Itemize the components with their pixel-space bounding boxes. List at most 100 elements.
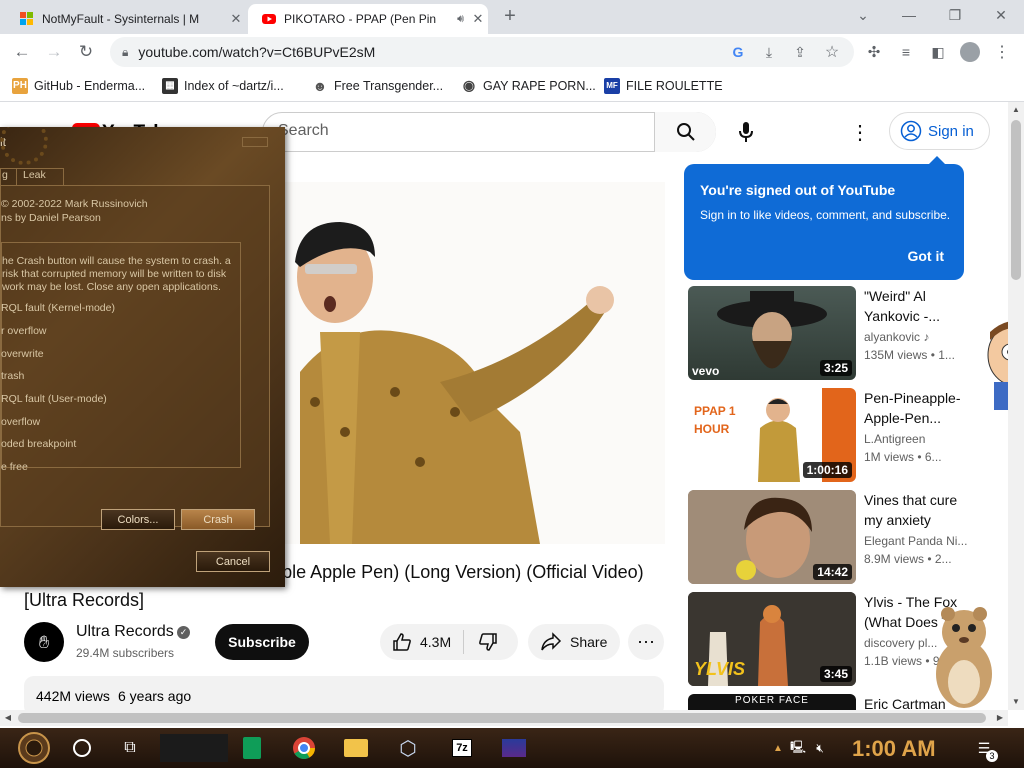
subscribe-button[interactable]: Subscribe	[215, 624, 309, 660]
search-box[interactable]	[262, 112, 716, 152]
tab-search-icon[interactable]: ⌄	[840, 0, 886, 30]
option-hardcoded-breakpoint[interactable]: oded breakpoint	[1, 438, 76, 450]
7zip-icon[interactable]: 7z	[446, 732, 478, 764]
profile-avatar[interactable]	[956, 34, 984, 70]
horizontal-scrollbar[interactable]: ◀ ▶	[0, 710, 1008, 726]
bookmark-file-roulette[interactable]: MF FILE ROULETTE	[604, 70, 723, 101]
scroll-right-icon[interactable]: ▶	[992, 710, 1008, 726]
ylvis-badge: YLVIS	[694, 659, 746, 679]
channel-avatar[interactable]: ✋︎	[24, 622, 64, 662]
scroll-up-icon[interactable]: ▲	[1008, 102, 1024, 118]
like-button[interactable]: 4.3M	[380, 632, 463, 652]
channel-name[interactable]: Elegant Panda Ni...	[864, 534, 967, 548]
start-button[interactable]	[14, 732, 54, 764]
search-circle-icon[interactable]	[66, 732, 98, 764]
cancel-button[interactable]: Cancel	[196, 551, 270, 572]
video-title[interactable]: Pen-Pineapple-Apple-Pen...	[864, 388, 974, 428]
minimize-button[interactable]: —	[886, 0, 932, 30]
share-button[interactable]: Share	[528, 624, 620, 660]
media-control-icon[interactable]: ≡	[892, 34, 920, 70]
chrome-app-icon[interactable]	[288, 732, 320, 764]
reload-button[interactable]: ↻	[72, 34, 100, 70]
video-thumbnail[interactable]: PPAP 1 HOUR 1:00:16	[688, 388, 856, 482]
bookmark-github[interactable]: PH GitHub - Enderma...	[12, 70, 145, 101]
got-it-button[interactable]: Got it	[907, 248, 944, 264]
share-icon[interactable]: ⇪	[786, 34, 814, 70]
option-irql-user[interactable]: RQL fault (User-mode)	[1, 393, 107, 405]
notifications-icon[interactable]: ☰ 3	[970, 732, 998, 764]
bookmark-index[interactable]: ▦ Index of ~dartz/i...	[162, 70, 284, 101]
tab-leak[interactable]: Leak	[16, 168, 64, 185]
menu-kebab-icon[interactable]: ⋮	[988, 34, 1016, 70]
bookmark-favicon-icon: PH	[12, 77, 28, 94]
scrollbar-thumb[interactable]	[1011, 120, 1021, 280]
back-button[interactable]: ←	[8, 34, 36, 70]
vertical-scrollbar[interactable]: ▲ ▼	[1008, 102, 1024, 710]
bookmark-label: GitHub - Enderma...	[34, 78, 146, 93]
new-tab-button[interactable]: +	[500, 6, 520, 28]
sign-in-button[interactable]: Sign in	[889, 112, 990, 150]
tab-hang[interactable]: g	[0, 168, 17, 185]
option-code-overwrite[interactable]: overwrite	[1, 348, 44, 360]
tab-notmyfault[interactable]: NotMyFault - Sysinternals | M ✕	[6, 4, 246, 34]
virtual-desktop-icon[interactable]	[498, 732, 530, 764]
extensions-icon[interactable]: ✣	[860, 34, 888, 70]
network-icon[interactable]: 🖳︎	[788, 732, 808, 764]
video-thumbnail[interactable]: POKER FACE	[688, 694, 856, 710]
volume-muted-icon[interactable]: 🔇︎	[810, 732, 830, 764]
option-buffer-overflow[interactable]: r overflow	[1, 325, 47, 337]
option-stack-trash[interactable]: trash	[1, 370, 24, 382]
scrollbar-thumb[interactable]	[18, 713, 986, 723]
option-stack-overflow[interactable]: overflow	[1, 416, 40, 428]
task-view-icon[interactable]: ⧉	[114, 732, 146, 764]
taskbar-clock[interactable]: 1:00 AM	[852, 736, 936, 762]
dialog-menu-icon[interactable]	[242, 137, 268, 147]
scroll-left-icon[interactable]: ◀	[0, 710, 16, 726]
colors-button[interactable]: Colors...	[101, 509, 175, 530]
microphone-icon	[739, 122, 753, 142]
video-meta: 1M views • 6...	[864, 450, 942, 464]
install-app-icon[interactable]: ⤓	[755, 34, 783, 70]
sheets-app-icon[interactable]	[236, 732, 268, 764]
search-input[interactable]: Search	[278, 122, 329, 140]
audio-playing-icon[interactable]: 🔊︎	[457, 13, 464, 26]
forward-button[interactable]: →	[40, 34, 68, 70]
channel-name[interactable]: L.Antigreen	[864, 432, 925, 446]
close-tab-icon[interactable]: ✕	[468, 11, 488, 27]
video-title[interactable]: Vines that cure my anxiety	[864, 490, 974, 530]
google-lens-icon[interactable]: G	[724, 34, 752, 70]
virtualbox-icon[interactable]: ⬡	[392, 732, 424, 764]
close-window-button[interactable]: ✕	[978, 0, 1024, 30]
list-item[interactable]: PPAP 1 HOUR 1:00:16 Pen-Pineapple-Apple-…	[688, 388, 988, 482]
gear-icon	[0, 127, 48, 165]
option-double-free[interactable]: e free	[1, 461, 28, 473]
bookmark-free-transgender[interactable]: ☻ Free Transgender...	[312, 70, 443, 101]
voice-search-button[interactable]	[730, 114, 762, 150]
video-thumbnail[interactable]: 14:42	[688, 490, 856, 584]
video-thumbnail[interactable]: vevo 3:25	[688, 286, 856, 380]
lock-icon[interactable]: 🔒︎	[122, 45, 128, 60]
video-title[interactable]: "Weird" Al Yankovic -...	[864, 286, 974, 326]
channel-name[interactable]: Ultra Records	[76, 623, 174, 641]
bookmark-star-icon[interactable]: ☆	[818, 34, 846, 70]
tab-youtube[interactable]: PIKOTARO - PPAP (Pen Pin 🔊︎ ✕	[248, 4, 488, 34]
description-box[interactable]: 442M views 6 years ago	[24, 676, 664, 710]
video-meta: 8.9M views • 2...	[864, 552, 952, 566]
close-tab-icon[interactable]: ✕	[226, 11, 246, 27]
option-irql-kernel[interactable]: RQL fault (Kernel-mode)	[1, 302, 115, 314]
dislike-button[interactable]	[464, 632, 512, 652]
settings-kebab-icon[interactable]: ⋮	[850, 120, 870, 145]
crash-button[interactable]: Crash	[181, 509, 255, 530]
bookmark-gay-rape[interactable]: ◉ GAY RAPE PORN...	[461, 70, 596, 101]
file-explorer-icon[interactable]	[340, 732, 372, 764]
show-hidden-icons-icon[interactable]: ▲	[768, 732, 788, 764]
search-button[interactable]	[654, 112, 716, 152]
list-item[interactable]: vevo 3:25 "Weird" Al Yankovic -... alyan…	[688, 286, 988, 380]
channel-name[interactable]: alyankovic ♪	[864, 330, 929, 344]
more-actions-button[interactable]: ⋯	[628, 624, 664, 660]
video-thumbnail[interactable]: YLVIS 3:45	[688, 592, 856, 686]
list-item[interactable]: 14:42 Vines that cure my anxiety Elegant…	[688, 490, 988, 584]
scroll-down-icon[interactable]: ▼	[1008, 694, 1024, 710]
side-panel-icon[interactable]: ◧	[924, 34, 952, 70]
restore-button[interactable]: ❐	[932, 0, 978, 30]
